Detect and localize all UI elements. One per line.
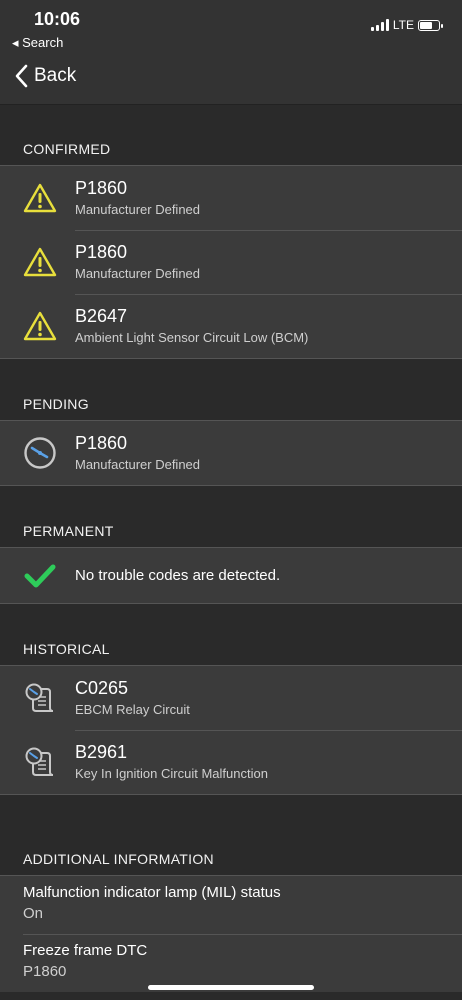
dtc-description: EBCM Relay Circuit bbox=[75, 702, 190, 717]
dtc-code: B2961 bbox=[75, 742, 128, 762]
list-item[interactable]: B2647 Ambient Light Sensor Circuit Low (… bbox=[0, 294, 462, 358]
back-to-app-link[interactable]: ◂ Search bbox=[12, 35, 63, 51]
no-codes-message: No trouble codes are detected. bbox=[75, 567, 281, 584]
dtc-code: C0265 bbox=[75, 678, 129, 698]
info-row-mil-status: Malfunction indicator lamp (MIL) status … bbox=[0, 876, 462, 934]
signal-icon bbox=[370, 19, 389, 31]
dtc-code: P1860 bbox=[75, 242, 128, 262]
dtc-code: B2647 bbox=[75, 306, 128, 326]
section-header-permanent: PERMANENT bbox=[0, 486, 462, 548]
back-button[interactable]: Back bbox=[14, 64, 76, 88]
info-row-freeze-frame-dtc: Freeze frame DTC P1860 bbox=[0, 934, 462, 992]
history-scroll-icon bbox=[25, 747, 53, 776]
section-header-additional-information: ADDITIONAL INFORMATION bbox=[0, 795, 462, 876]
list-item: No trouble codes are detected. bbox=[0, 548, 462, 603]
section-header-confirmed: CONFIRMED bbox=[0, 105, 462, 166]
warning-icon bbox=[23, 247, 56, 277]
section-header-historical: HISTORICAL bbox=[0, 604, 462, 666]
back-label: Back bbox=[34, 65, 77, 86]
historical-list: C0265 EBCM Relay Circuit B2961 Key In Ig… bbox=[0, 666, 462, 795]
chevron-left-icon bbox=[15, 64, 28, 88]
additional-info-list: Malfunction indicator lamp (MIL) status … bbox=[0, 876, 462, 992]
info-value: P1860 bbox=[23, 963, 67, 980]
checkmark-icon bbox=[24, 564, 55, 587]
dtc-code: P1860 bbox=[75, 178, 128, 198]
dtc-description: Ambient Light Sensor Circuit Low (BCM) bbox=[75, 330, 309, 345]
dtc-description: Manufacturer Defined bbox=[75, 457, 201, 472]
list-item[interactable]: P1860 Manufacturer Defined bbox=[0, 230, 462, 294]
status-bar: 10:06 ◂ Search LTE bbox=[0, 0, 462, 56]
navigation-bar: Back bbox=[0, 56, 462, 105]
home-indicator[interactable] bbox=[148, 985, 314, 990]
warning-icon bbox=[23, 183, 56, 213]
history-scroll-icon bbox=[25, 683, 53, 712]
info-value: On bbox=[23, 905, 44, 922]
info-label: Freeze frame DTC bbox=[23, 942, 148, 959]
list-item[interactable]: B2961 Key In Ignition Circuit Malfunctio… bbox=[0, 730, 462, 794]
status-time: 10:06 bbox=[34, 9, 81, 29]
dtc-description: Manufacturer Defined bbox=[75, 266, 201, 281]
permanent-list: No trouble codes are detected. bbox=[0, 548, 462, 604]
confirmed-list: P1860 Manufacturer Defined P1860 Manufac… bbox=[0, 166, 462, 359]
dtc-description: Key In Ignition Circuit Malfunction bbox=[75, 766, 268, 781]
list-item[interactable]: P1860 Manufacturer Defined bbox=[0, 421, 462, 485]
list-item[interactable]: C0265 EBCM Relay Circuit bbox=[0, 666, 462, 730]
status-indicators: LTE bbox=[370, 18, 443, 32]
info-label: Malfunction indicator lamp (MIL) status bbox=[23, 884, 281, 901]
warning-icon bbox=[23, 311, 56, 341]
battery-icon bbox=[418, 19, 443, 31]
dtc-description: Manufacturer Defined bbox=[75, 202, 201, 217]
dtc-code: P1860 bbox=[75, 433, 128, 453]
section-header-pending: PENDING bbox=[0, 359, 462, 421]
list-item[interactable]: P1860 Manufacturer Defined bbox=[0, 166, 462, 230]
network-type: LTE bbox=[392, 18, 414, 32]
clock-icon bbox=[23, 437, 56, 469]
pending-list: P1860 Manufacturer Defined bbox=[0, 421, 462, 486]
